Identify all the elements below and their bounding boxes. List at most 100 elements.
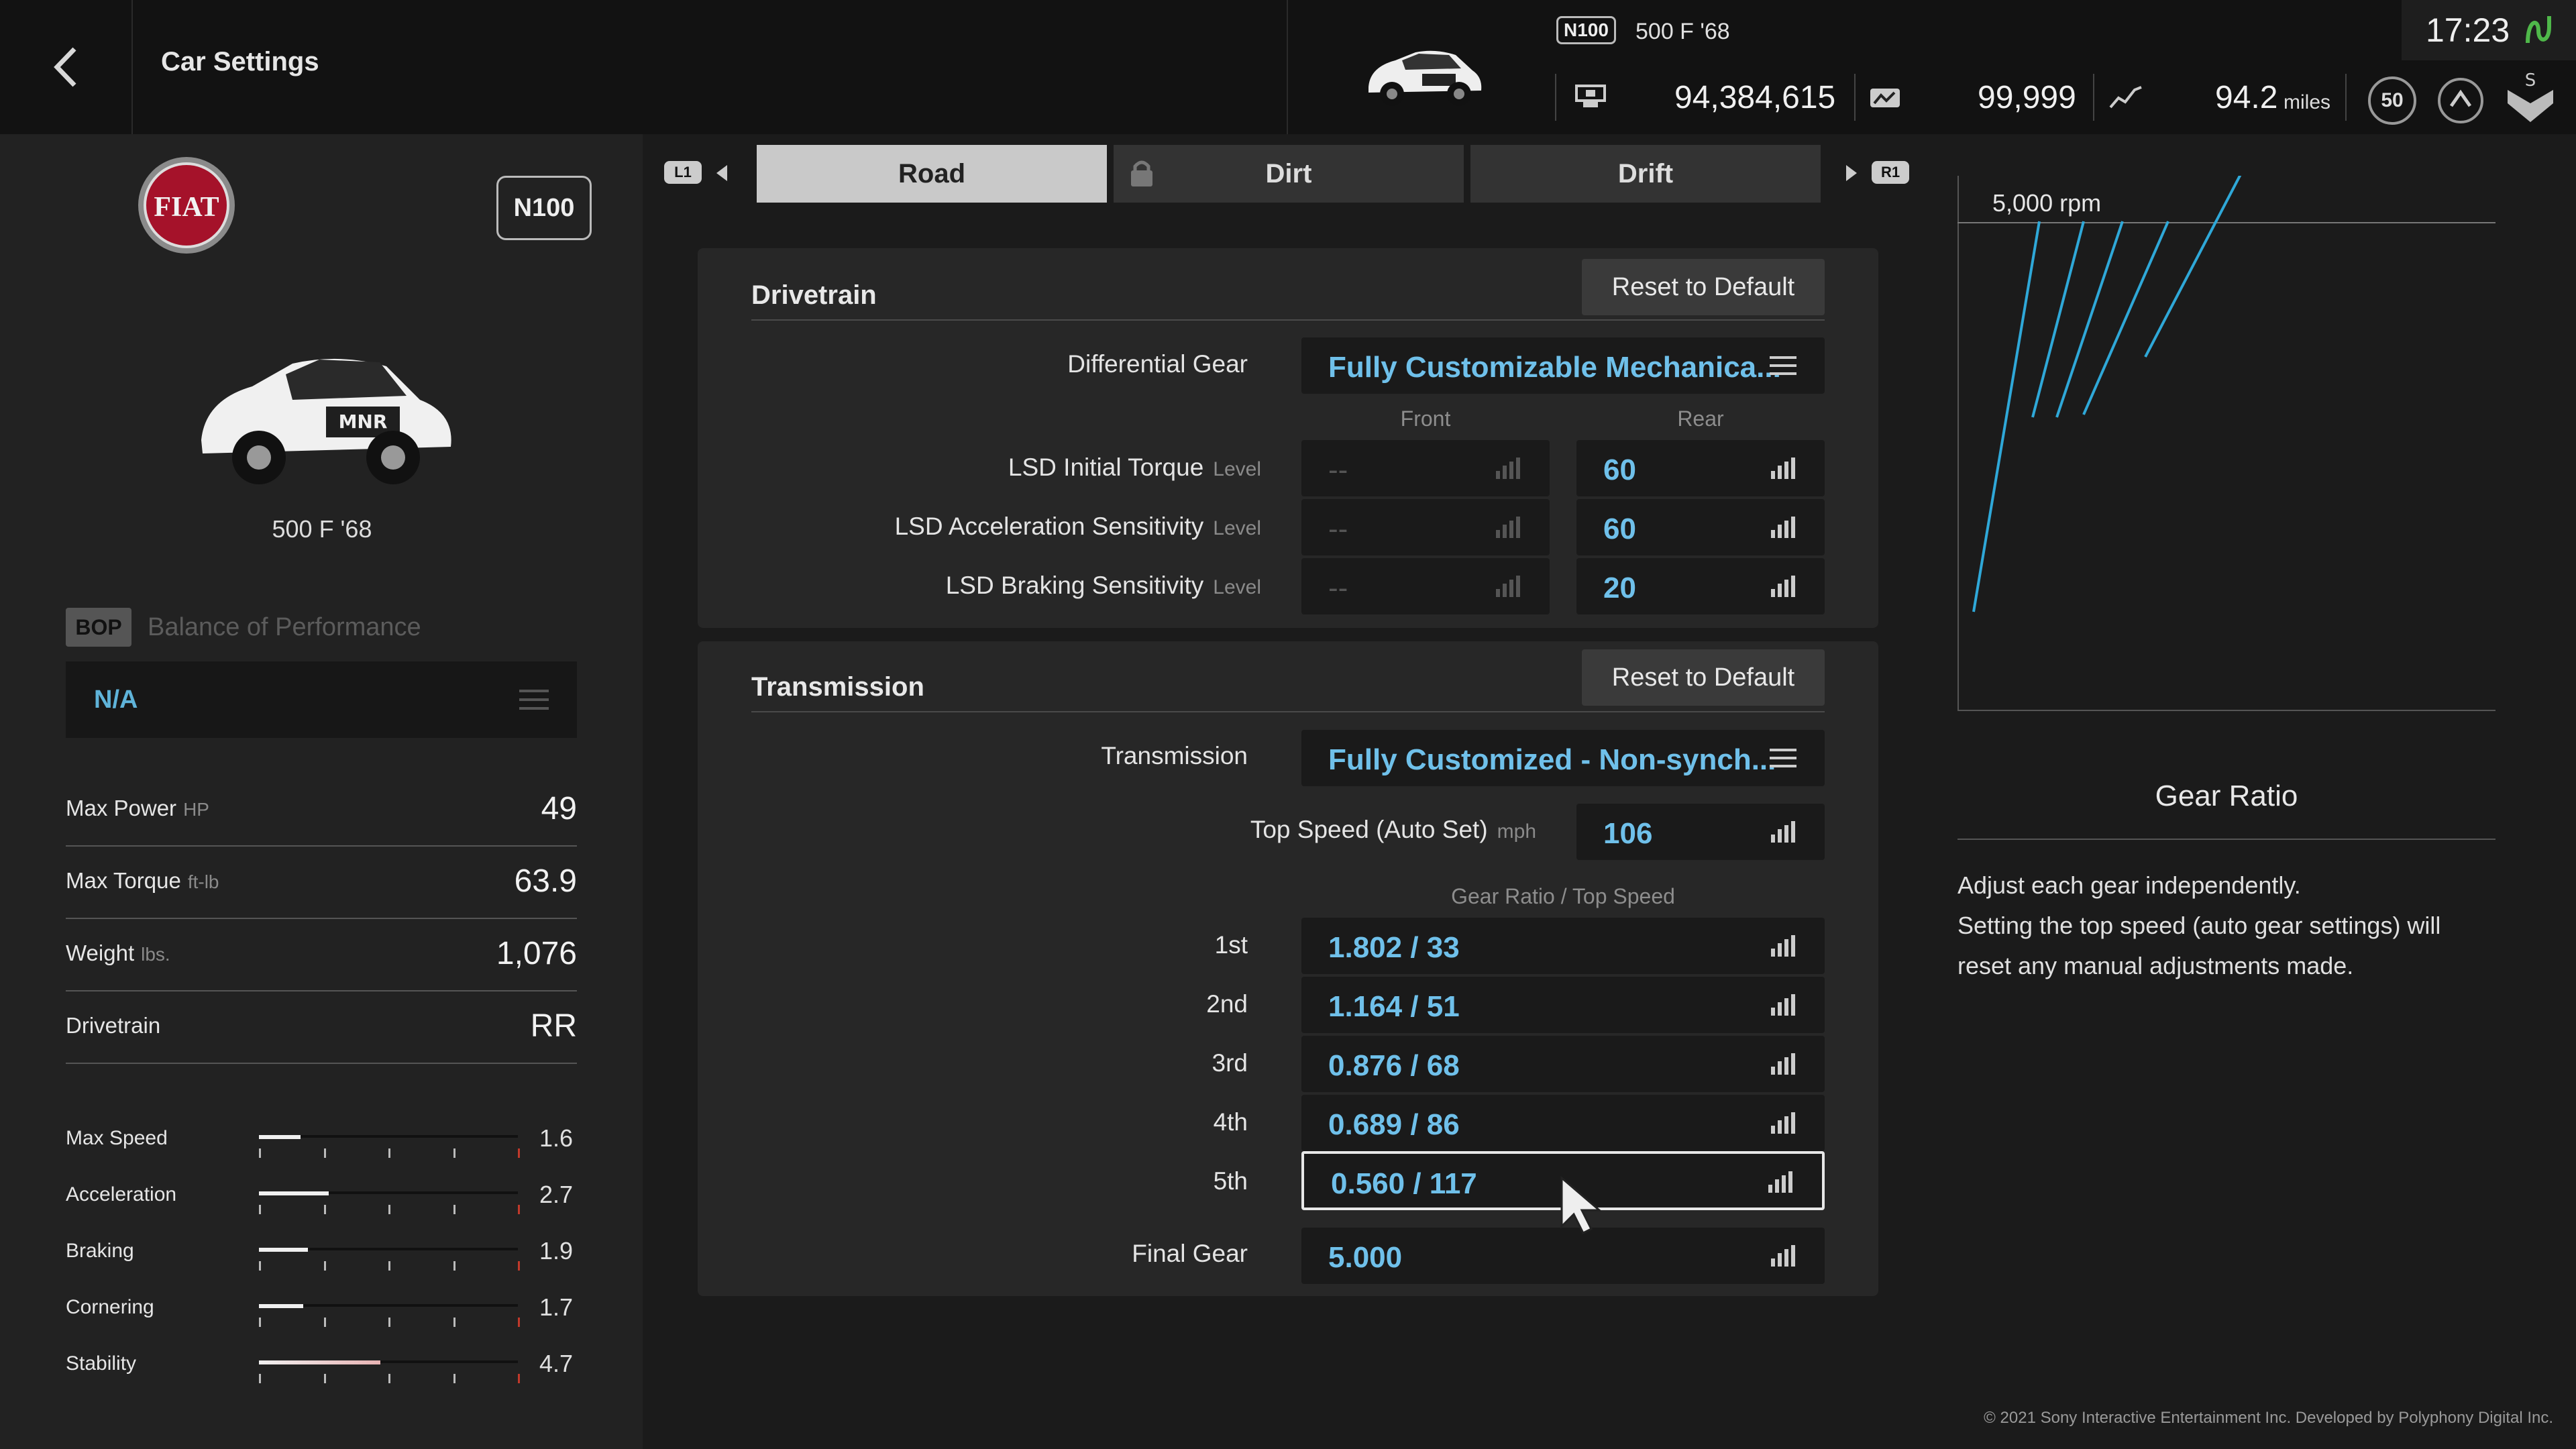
differential-gear-select[interactable]: Fully Customizable Mechanica... <box>1301 337 1825 394</box>
drivetrain-title: Drivetrain <box>751 280 877 310</box>
top-speed-field[interactable]: 106 <box>1576 804 1825 860</box>
copyright-text: © 2021 Sony Interactive Entertainment In… <box>1984 1409 2553 1427</box>
divider <box>2345 74 2347 121</box>
gear-3-line <box>2055 221 2124 418</box>
mileage-points-icon <box>1870 89 1900 107</box>
car-image: MNR <box>201 358 451 484</box>
gear-field-4th[interactable]: 0.689 / 86 <box>1301 1095 1825 1151</box>
arrow-left-icon[interactable] <box>714 164 730 182</box>
menu-icon <box>519 690 549 710</box>
perf-tick <box>323 1148 326 1158</box>
bar-signal-icon <box>1496 458 1520 479</box>
lsd-initial-torque-label: LSD Initial Torque Level <box>792 453 1261 482</box>
gear-field-1st[interactable]: 1.802 / 33 <box>1301 918 1825 974</box>
perf-tick <box>453 1205 455 1214</box>
perf-tick <box>388 1318 390 1327</box>
bop-select[interactable] <box>66 661 577 738</box>
gear-5-line <box>2144 176 2242 358</box>
row-label-text: LSD Acceleration Sensitivity <box>894 513 1204 540</box>
user-avatar-icon[interactable]: S <box>2502 70 2559 126</box>
gear-2-line <box>2031 221 2085 418</box>
row-unit: Level <box>1213 517 1261 539</box>
lock-icon <box>1131 160 1152 186</box>
tab-road[interactable]: Road <box>757 145 1107 203</box>
field-value: 106 <box>1603 817 1653 850</box>
spec-unit: lbs. <box>141 944 170 965</box>
lsd-initial-torque-rear[interactable]: 60 <box>1576 440 1825 496</box>
final-gear-field[interactable]: 5.000 <box>1301 1228 1825 1284</box>
gear-1-line <box>1972 221 2041 612</box>
lsd-initial-torque-front[interactable]: -- <box>1301 440 1550 496</box>
row-label-text: Top Speed (Auto Set) <box>1250 816 1488 843</box>
credits-icon <box>1575 85 1606 107</box>
perf-tick <box>388 1261 390 1271</box>
divider <box>1555 74 1556 121</box>
spec-unit: ft-lb <box>187 871 219 892</box>
front-column-header: Front <box>1400 407 1451 431</box>
bop-label: Balance of Performance <box>148 613 421 641</box>
bar-signal-icon <box>1768 1171 1792 1193</box>
fiat-logo-icon: FIAT <box>138 157 235 254</box>
arrow-right-icon[interactable] <box>1843 164 1860 182</box>
bar-signal-icon <box>1771 576 1795 597</box>
lsd-braking-sensitivity-front[interactable]: -- <box>1301 558 1550 614</box>
field-value: 60 <box>1603 513 1636 545</box>
spec-row-drivetrain: Drivetrain RR <box>66 991 577 1064</box>
car-thumbnail <box>1368 50 1482 106</box>
lsd-acceleration-sensitivity-rear[interactable]: 60 <box>1576 499 1825 555</box>
perf-fill <box>259 1360 381 1364</box>
spec-row-weight: Weight lbs. 1,076 <box>66 919 577 991</box>
rear-column-header: Rear <box>1677 407 1724 431</box>
credits-value: 94,384,615 <box>1674 80 1836 115</box>
lsd-braking-sensitivity-rear[interactable]: 20 <box>1576 558 1825 614</box>
perf-tick <box>259 1261 261 1271</box>
field-value: 1.802 / 33 <box>1328 931 1460 964</box>
perf-tick <box>518 1374 520 1383</box>
bar-signal-icon <box>1771 1053 1795 1075</box>
perf-tick <box>518 1318 520 1327</box>
level-badge: 50 <box>2368 76 2416 125</box>
distance-value: 94.2 <box>2215 80 2278 115</box>
tab-drift[interactable]: Drift <box>1470 145 1821 203</box>
bar-signal-icon <box>1771 1112 1795 1134</box>
spec-label: Max Power <box>66 796 177 820</box>
perf-tick <box>259 1148 261 1158</box>
svg-text:S: S <box>2525 70 2536 91</box>
spec-row-max-power: Max Power HP 49 <box>66 774 577 847</box>
gear-label-3rd: 3rd <box>1212 1049 1248 1077</box>
rpm-label: 5,000 rpm <box>1992 189 2102 217</box>
perf-fill <box>259 1191 329 1195</box>
transmission-reset-button[interactable]: Reset to Default <box>1582 649 1825 706</box>
clock: 17:23 <box>2426 11 2510 49</box>
spec-value: 1,076 <box>496 936 577 971</box>
gear-ratio-graph-lines <box>1957 176 2496 612</box>
perf-label-stability: Stability <box>66 1352 137 1375</box>
perf-label-acceleration: Acceleration <box>66 1183 177 1205</box>
bar-signal-icon <box>1771 458 1795 479</box>
perf-tick <box>518 1148 520 1158</box>
back-button[interactable] <box>0 0 133 134</box>
menu-icon <box>1770 749 1796 767</box>
lsd-acceleration-sensitivity-front[interactable]: -- <box>1301 499 1550 555</box>
page-title: Car Settings <box>161 47 319 76</box>
class-badge: N100 <box>496 176 592 240</box>
row-unit: Level <box>1213 458 1261 480</box>
bar-signal-icon <box>1496 517 1520 538</box>
transmission-select[interactable]: Fully Customized - Non-synch... <box>1301 730 1825 786</box>
row-unit: mph <box>1497 820 1536 843</box>
r1-button[interactable]: R1 <box>1872 161 1909 184</box>
l1-button[interactable]: L1 <box>664 161 702 184</box>
rank-icon <box>2438 78 2483 123</box>
perf-tick <box>323 1261 326 1271</box>
perf-tick <box>518 1261 520 1271</box>
drivetrain-reset-button[interactable]: Reset to Default <box>1582 259 1825 315</box>
svg-text:FIAT: FIAT <box>154 192 219 223</box>
perf-bar-stability <box>259 1360 520 1385</box>
tab-dirt[interactable]: Dirt <box>1114 145 1464 203</box>
perf-fill <box>259 1135 301 1139</box>
gear-field-3rd[interactable]: 0.876 / 68 <box>1301 1036 1825 1092</box>
perf-tick <box>259 1205 261 1214</box>
gear-label-1st: 1st <box>1214 931 1248 959</box>
gear-field-2nd[interactable]: 1.164 / 51 <box>1301 977 1825 1033</box>
perf-tick <box>453 1148 455 1158</box>
